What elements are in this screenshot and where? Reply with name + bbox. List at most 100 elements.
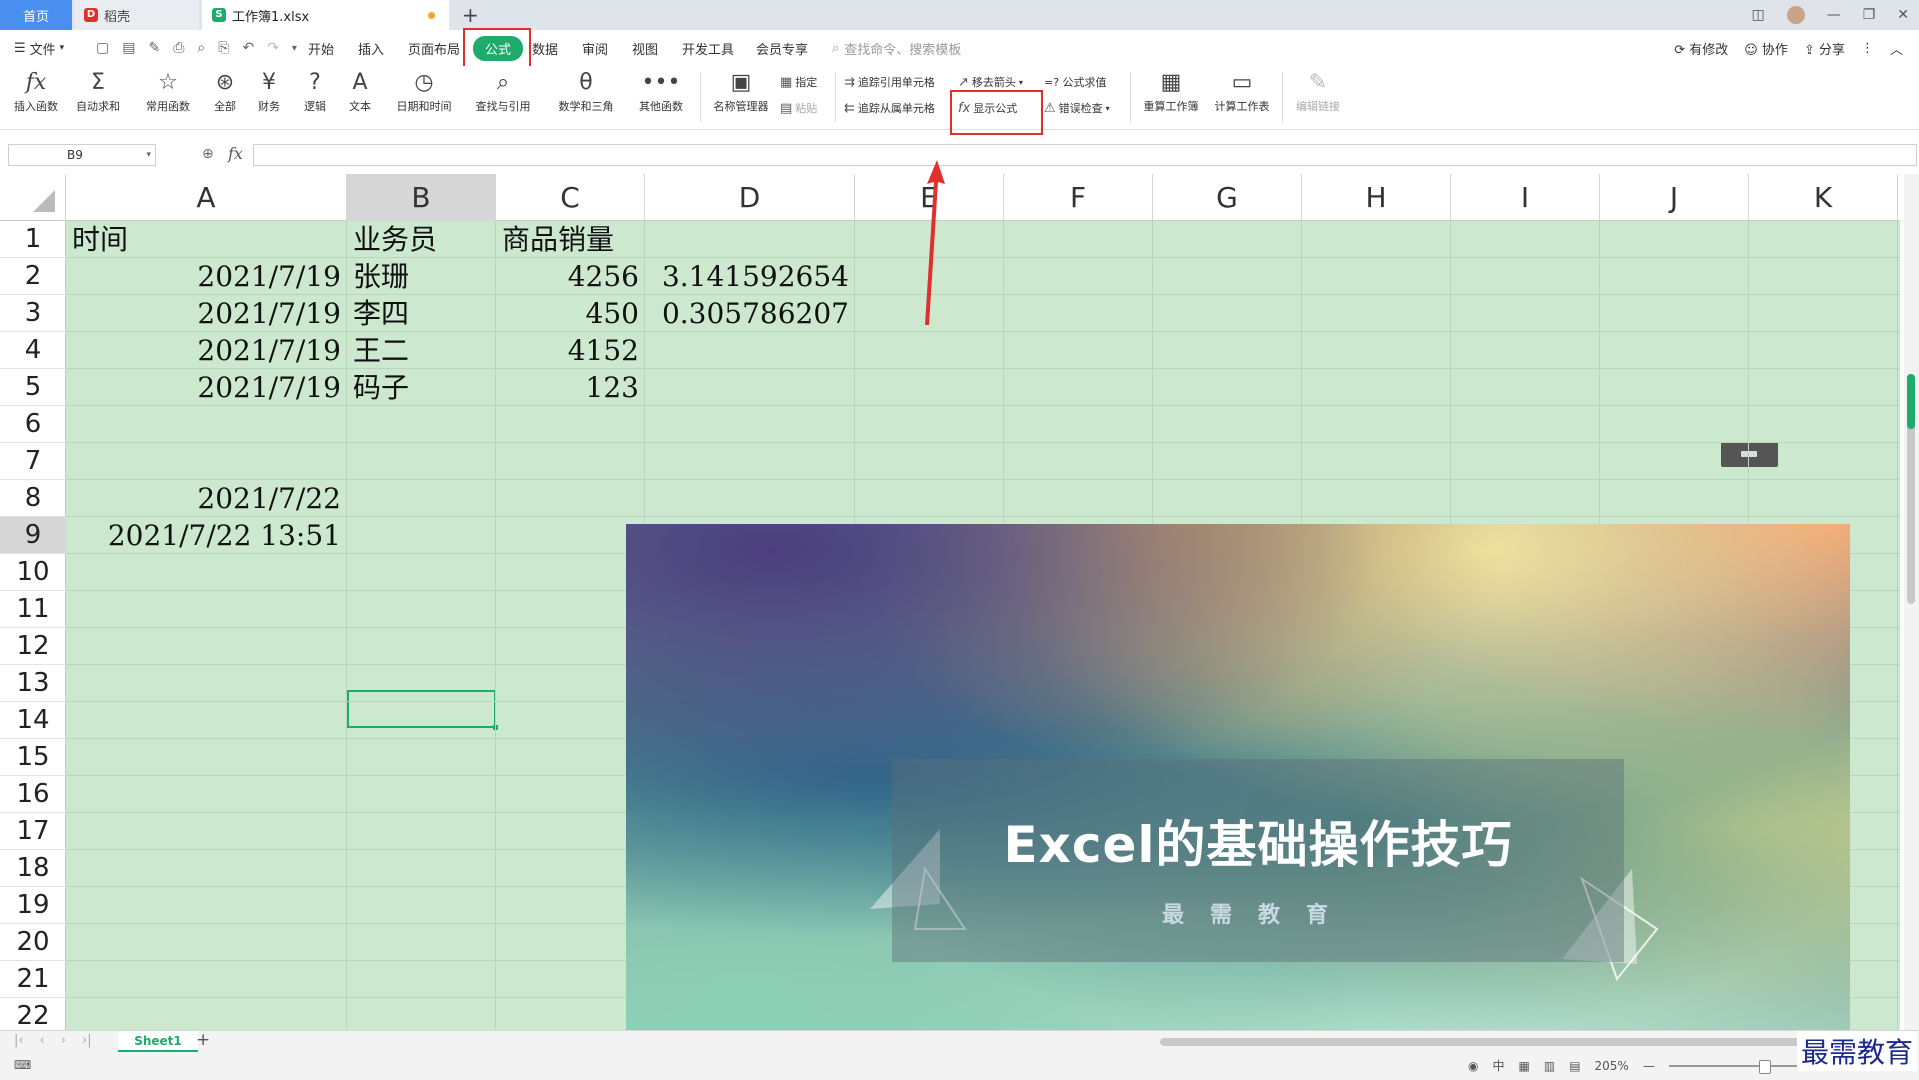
row-header-8[interactable]: 8: [0, 480, 66, 517]
cell-B5[interactable]: 码子: [347, 369, 496, 406]
file-menu[interactable]: ☰ 文件 ▾: [14, 30, 64, 66]
share-button[interactable]: ⇪ 分享: [1804, 39, 1845, 58]
selected-cell-B9[interactable]: [347, 690, 498, 730]
row-header-17[interactable]: 17: [0, 813, 66, 850]
cell-C5[interactable]: 123: [496, 369, 645, 406]
row-header-15[interactable]: 15: [0, 739, 66, 776]
avatar[interactable]: [1786, 6, 1805, 24]
evaluate-formula-button[interactable]: =? 公式求值: [1044, 74, 1107, 90]
add-sheet-button[interactable]: +: [196, 1030, 210, 1050]
last-sheet-icon[interactable]: ›|: [82, 1033, 92, 1048]
column-header-C[interactable]: C: [496, 174, 645, 221]
row-header-18[interactable]: 18: [0, 850, 66, 887]
column-header-A[interactable]: A: [66, 174, 347, 221]
normal-view-icon[interactable]: ▦: [1519, 1059, 1530, 1073]
cell-A3[interactable]: 2021/7/19: [66, 295, 347, 332]
cell-A4[interactable]: 2021/7/19: [66, 332, 347, 369]
column-header-J[interactable]: J: [1600, 174, 1749, 221]
row-header-11[interactable]: 11: [0, 591, 66, 628]
paste-icon[interactable]: ⎘: [218, 40, 229, 56]
cell-A1[interactable]: 时间: [66, 221, 347, 258]
layout-icon[interactable]: ◫: [1751, 7, 1764, 23]
menu-data[interactable]: 数据: [532, 30, 558, 66]
more-icon[interactable]: ⋮: [1861, 41, 1874, 56]
row-header-12[interactable]: 12: [0, 628, 66, 665]
cell-C3[interactable]: 450: [496, 295, 645, 332]
print-icon[interactable]: ⎙: [173, 40, 184, 56]
column-header-K[interactable]: K: [1749, 174, 1898, 221]
column-header-B[interactable]: B: [347, 174, 496, 221]
all-functions-button[interactable]: ⊛ 全部: [208, 66, 242, 114]
name-manager-button[interactable]: ▣ 名称管理器: [710, 66, 772, 114]
zoom-function-icon[interactable]: ⊕: [202, 146, 214, 162]
vertical-scrollbar[interactable]: [1904, 174, 1919, 1030]
has-changes-button[interactable]: ⟳ 有修改: [1674, 39, 1728, 58]
row-header-16[interactable]: 16: [0, 776, 66, 813]
customize-icon[interactable]: ▾: [292, 43, 297, 54]
menu-view[interactable]: 视图: [632, 30, 658, 66]
column-header-F[interactable]: F: [1004, 174, 1153, 221]
zoom-out-button[interactable]: —: [1643, 1059, 1655, 1073]
row-header-22[interactable]: 22: [0, 998, 66, 1030]
tab-home[interactable]: 首页: [0, 0, 72, 30]
row-header-7[interactable]: 7: [0, 443, 66, 480]
collaborate-button[interactable]: ☺ 协作: [1744, 39, 1788, 58]
calc-sheet-button[interactable]: ▭ 计算工作表: [1210, 66, 1274, 114]
math-button[interactable]: θ 数学和三角: [552, 66, 620, 114]
zoom-slider[interactable]: [1668, 1059, 1809, 1074]
menu-page-layout[interactable]: 页面布局: [408, 30, 460, 66]
minimize-button[interactable]: —: [1827, 7, 1841, 23]
datetime-button[interactable]: ◷ 日期和时间: [390, 66, 458, 114]
floating-toolbar-widget[interactable]: [1721, 442, 1778, 467]
print-preview-icon[interactable]: ⌕: [197, 40, 205, 56]
insert-function-button[interactable]: fx 插入函数: [10, 66, 62, 114]
first-sheet-icon[interactable]: |‹: [14, 1033, 24, 1048]
undo-icon[interactable]: ↶: [242, 40, 254, 56]
common-functions-button[interactable]: ☆ 常用函数: [138, 66, 198, 114]
cell-A9[interactable]: 2021/7/22 13:51: [66, 517, 347, 554]
horizontal-scrollbar[interactable]: [1160, 1038, 1800, 1046]
menu-member[interactable]: 会员专享: [756, 30, 808, 66]
other-functions-button[interactable]: ••• 其他函数: [632, 66, 690, 114]
prev-sheet-icon[interactable]: ‹: [40, 1033, 45, 1048]
banner-image[interactable]: Excel的基础操作技巧 最需教育: [626, 524, 1850, 1030]
trace-dependents-button[interactable]: ⇇ 追踪从属单元格: [844, 100, 935, 116]
zoom-level[interactable]: 205%: [1595, 1059, 1629, 1073]
row-header-3[interactable]: 3: [0, 295, 66, 332]
input-mode-icon[interactable]: 中: [1492, 1057, 1504, 1074]
remove-arrows-button[interactable]: ↗ 移去箭头 ▾: [958, 74, 1023, 90]
row-header-19[interactable]: 19: [0, 887, 66, 924]
finance-button[interactable]: ¥ 财务: [252, 66, 286, 114]
save-icon[interactable]: ▤: [122, 40, 135, 56]
sheet-tab-sheet1[interactable]: Sheet1: [118, 1031, 198, 1052]
formula-input[interactable]: [253, 144, 1917, 166]
row-header-21[interactable]: 21: [0, 961, 66, 998]
name-box[interactable]: B9 ▾: [8, 144, 156, 166]
cell-D2[interactable]: 3.141592654: [645, 258, 855, 295]
command-search[interactable]: ⌕ 查找命令、搜索模板: [832, 30, 961, 66]
cell-C2[interactable]: 4256: [496, 258, 645, 295]
new-file-icon[interactable]: ▢: [96, 40, 109, 56]
redo-icon[interactable]: ↷: [267, 40, 279, 56]
cell-A2[interactable]: 2021/7/19: [66, 258, 347, 295]
collapse-ribbon-icon[interactable]: ︿: [1890, 39, 1903, 58]
close-button[interactable]: ✕: [1897, 7, 1909, 23]
row-header-1[interactable]: 1: [0, 221, 66, 258]
page-layout-view-icon[interactable]: ▥: [1544, 1059, 1555, 1073]
row-header-5[interactable]: 5: [0, 369, 66, 406]
column-header-G[interactable]: G: [1153, 174, 1302, 221]
row-header-10[interactable]: 10: [0, 554, 66, 591]
specify-button[interactable]: ▦ 指定: [780, 74, 817, 90]
cell-B3[interactable]: 李四: [347, 295, 496, 332]
cell-D3[interactable]: 0.305786207: [645, 295, 855, 332]
menu-home[interactable]: 开始: [308, 30, 334, 66]
row-header-14[interactable]: 14: [0, 702, 66, 739]
lookup-button[interactable]: ⌕ 查找与引用: [470, 66, 536, 114]
cell-C4[interactable]: 4152: [496, 332, 645, 369]
cell-B4[interactable]: 王二: [347, 332, 496, 369]
eye-protection-icon[interactable]: ◉: [1468, 1059, 1478, 1073]
logic-button[interactable]: ? 逻辑: [298, 66, 332, 114]
menu-review[interactable]: 审阅: [582, 30, 608, 66]
column-header-H[interactable]: H: [1302, 174, 1451, 221]
fx-icon[interactable]: fx: [228, 144, 243, 163]
